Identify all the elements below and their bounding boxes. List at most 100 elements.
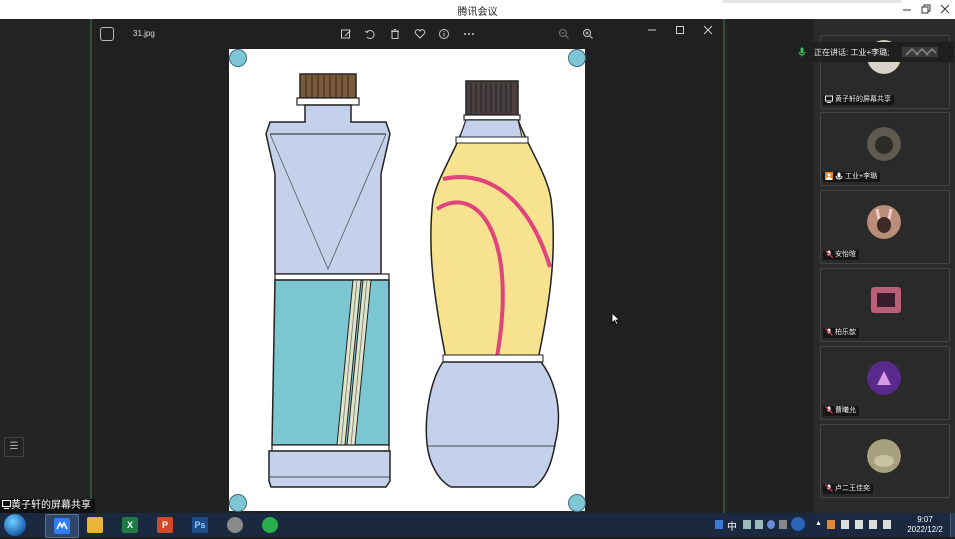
right-bottle — [425, 80, 560, 488]
tray-expand-icon[interactable]: ▲ — [815, 520, 823, 529]
user-icon — [825, 172, 833, 181]
participant-name: 安怡暄 — [835, 251, 856, 258]
crop-handle-bottom-left[interactable] — [229, 494, 247, 512]
folder-icon — [87, 517, 103, 533]
taskbar-app-game[interactable] — [219, 514, 251, 536]
photos-app-icon — [100, 27, 114, 41]
taskbar: X P Ps 中 ▲ 9:07 2022/12/2 — [0, 513, 955, 538]
muted-mic-icon — [825, 484, 833, 493]
list-icon: ☰ — [9, 441, 19, 452]
clock-date: 2022/12/2 — [907, 525, 943, 534]
viewer-close-button[interactable] — [703, 24, 713, 39]
keyboard-icon[interactable] — [715, 520, 723, 529]
powerpoint-icon: P — [157, 517, 173, 533]
restore-icon — [921, 4, 931, 14]
screen-share-icon — [2, 500, 11, 509]
image-canvas[interactable] — [229, 49, 585, 511]
avatar — [867, 127, 901, 161]
participant-name: 曹曦允 — [835, 407, 856, 414]
list-toggle-button[interactable]: ☰ — [4, 437, 24, 457]
participant-label: 工业+李璐 — [823, 172, 881, 182]
bottles-drawing — [265, 73, 560, 488]
crop-handle-top-right[interactable] — [568, 49, 586, 67]
restore-button[interactable] — [919, 2, 933, 16]
settings-icon[interactable] — [779, 520, 787, 529]
taskbar-app-powerpoint[interactable]: P — [149, 514, 181, 536]
left-panel: ☰ — [0, 19, 91, 513]
muted-mic-icon — [825, 328, 833, 337]
participant-tile[interactable]: 卢二王佳奕 — [820, 424, 950, 498]
ime-indicator[interactable]: 中 — [727, 518, 737, 533]
avatar — [867, 361, 901, 395]
soft-keyboard-icon[interactable] — [755, 520, 763, 529]
viewer-toolbar: 31.jpg — [92, 19, 723, 47]
start-button[interactable] — [4, 514, 26, 536]
participant-name: 黄子轩的屏幕共享 — [835, 96, 891, 103]
viewer-maximize-button[interactable] — [675, 24, 685, 39]
window-titlebar: 腾讯会议 — [0, 0, 955, 19]
viewer-minimize-button[interactable] — [647, 24, 657, 39]
participant-label: 柏乐歆 — [823, 328, 859, 338]
taskbar-app-wechat[interactable] — [254, 514, 286, 536]
minimize-button[interactable] — [900, 2, 914, 16]
screen-share-icon — [825, 95, 833, 104]
rotate-icon[interactable] — [364, 28, 376, 40]
zoom-in-icon[interactable] — [582, 28, 594, 40]
window-title: 腾讯会议 — [457, 7, 498, 18]
zoom-out-icon[interactable] — [558, 28, 570, 40]
muted-mic-icon — [825, 406, 833, 415]
participant-label: 安怡暄 — [823, 250, 859, 260]
close-button[interactable] — [938, 2, 952, 16]
game-icon — [227, 517, 243, 533]
file-name: 31.jpg — [133, 29, 155, 38]
participant-name: 工业+李璐 — [845, 173, 878, 180]
mic-icon — [835, 172, 843, 180]
participant-tile[interactable]: 曹曦允 — [820, 346, 950, 420]
meeting-gap — [725, 19, 814, 513]
taskbar-app-photoshop[interactable]: Ps — [184, 514, 216, 536]
close-icon — [703, 25, 713, 35]
participant-label: 曹曦允 — [823, 406, 859, 416]
participant-label: 卢二王佳奕 — [823, 484, 873, 494]
close-icon — [940, 4, 950, 14]
left-bottle — [265, 73, 391, 488]
participant-tile[interactable]: 工业+李璐 — [820, 112, 950, 186]
assistant-icon[interactable] — [791, 517, 805, 531]
taskbar-app-file-explorer[interactable] — [79, 514, 111, 536]
network-icon[interactable] — [869, 520, 877, 529]
speaking-text: 正在讲话: 工业+李璐; — [814, 48, 890, 57]
participant-tile[interactable]: 柏乐歆 — [820, 268, 950, 342]
clock-time: 9:07 — [917, 515, 933, 524]
battery-icon[interactable] — [855, 520, 863, 529]
crop-handle-bottom-right[interactable] — [568, 494, 586, 512]
speaking-indicator: 正在讲话: 工业+李璐; — [794, 42, 954, 62]
wechat-icon — [262, 517, 278, 533]
help-icon[interactable] — [767, 520, 775, 529]
mouse-cursor-icon — [611, 312, 621, 326]
taskbar-app-excel[interactable]: X — [114, 514, 146, 536]
minimize-icon — [648, 29, 656, 31]
taskbar-app-tencent-meeting[interactable] — [45, 514, 79, 538]
participant-name: 卢二王佳奕 — [835, 485, 870, 492]
share-owner: 黄子轩的屏幕共享 — [11, 500, 91, 511]
favorite-icon[interactable] — [414, 28, 426, 40]
flag-icon[interactable] — [841, 520, 849, 529]
show-desktop-button[interactable] — [950, 513, 955, 537]
volume-icon[interactable] — [883, 520, 891, 529]
participant-tile[interactable]: 安怡暄 — [820, 190, 950, 264]
avatar — [871, 287, 901, 313]
avatar — [867, 439, 901, 473]
more-icon[interactable] — [463, 28, 475, 40]
photoshop-icon: Ps — [192, 517, 208, 533]
excel-icon: X — [122, 517, 138, 533]
muted-mic-icon — [825, 250, 833, 259]
delete-icon[interactable] — [389, 28, 401, 40]
info-icon[interactable] — [438, 28, 450, 40]
signal-icon — [902, 47, 938, 57]
crop-handle-top-left[interactable] — [229, 49, 247, 67]
punctuation-icon[interactable] — [743, 520, 751, 529]
clock[interactable]: 9:07 2022/12/2 — [902, 515, 948, 535]
edit-icon[interactable] — [340, 28, 352, 40]
participant-label: 黄子轩的屏幕共享 — [823, 95, 894, 105]
app-tray-icon[interactable] — [827, 520, 835, 529]
